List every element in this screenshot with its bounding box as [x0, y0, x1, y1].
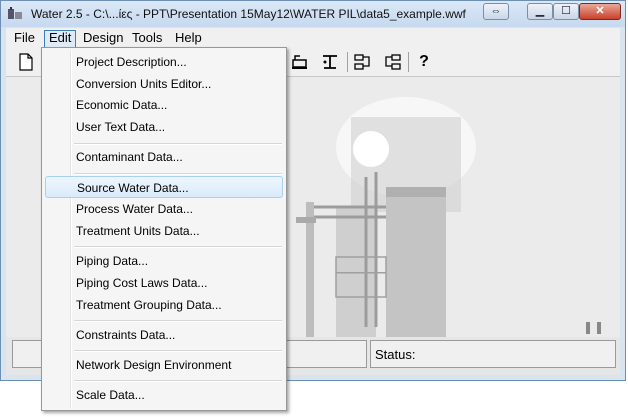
menu-item-piping-data[interactable]: Piping Data... — [45, 250, 283, 272]
edit-menu-dropdown: Project Description... Conversion Units … — [41, 47, 287, 411]
status-panel-right: Status: — [370, 340, 616, 368]
window-title: Water 2.5 - C:\...ίες - PPT\Presentation… — [31, 7, 466, 21]
menu-tools[interactable]: Tools — [128, 30, 166, 46]
menu-separator — [74, 173, 282, 175]
new-file-icon[interactable] — [16, 52, 36, 72]
menu-file[interactable]: File — [10, 30, 39, 46]
toolbar-separator — [347, 52, 348, 72]
menu-edit[interactable]: Edit — [44, 30, 77, 48]
menu-item-conversion-units-editor[interactable]: Conversion Units Editor... — [45, 73, 283, 95]
menu-separator — [74, 143, 282, 145]
menu-separator — [74, 350, 282, 352]
maximize-button[interactable]: ☐ — [553, 3, 579, 20]
menu-item-process-water-data[interactable]: Process Water Data... — [45, 198, 283, 220]
menu-item-treatment-grouping-data[interactable]: Treatment Grouping Data... — [45, 294, 283, 316]
pipe-connector-icon[interactable] — [320, 52, 340, 72]
menu-item-project-description[interactable]: Project Description... — [45, 51, 283, 73]
minimize-button[interactable]: ▁ — [527, 3, 553, 20]
menu-design[interactable]: Design — [79, 30, 127, 46]
menu-item-piping-cost-laws-data[interactable]: Piping Cost Laws Data... — [45, 272, 283, 294]
restore-icon[interactable]: ⇔ — [483, 3, 509, 20]
pump-icon[interactable] — [290, 52, 310, 72]
help-icon[interactable]: ? — [414, 52, 434, 72]
menu-separator — [74, 246, 282, 248]
menu-item-network-design-environment[interactable]: Network Design Environment — [45, 354, 283, 376]
menu-item-source-water-data[interactable]: Source Water Data... — [45, 176, 283, 198]
menu-item-treatment-units-data[interactable]: Treatment Units Data... — [45, 220, 283, 242]
menu-item-contaminant-data[interactable]: Contaminant Data... — [45, 146, 283, 168]
menu-help[interactable]: Help — [171, 30, 206, 46]
status-label: Status: — [375, 347, 416, 362]
water-app-icon — [8, 7, 22, 19]
menu-bar: File Edit Design Tools Help — [6, 28, 620, 49]
menu-item-constraints-data[interactable]: Constraints Data... — [45, 324, 283, 346]
menu-separator — [74, 320, 282, 322]
network-right-icon[interactable] — [382, 52, 402, 72]
title-bar[interactable]: Water 2.5 - C:\...ίες - PPT\Presentation… — [1, 1, 625, 27]
menu-item-user-text-data[interactable]: User Text Data... — [45, 116, 283, 138]
menu-item-scale-data[interactable]: Scale Data... — [45, 384, 283, 406]
toolbar-separator — [408, 52, 409, 72]
close-button[interactable]: ✕ — [579, 3, 621, 20]
network-left-icon[interactable] — [353, 52, 373, 72]
menu-separator — [74, 380, 282, 382]
menu-item-economic-data[interactable]: Economic Data... — [45, 94, 283, 116]
